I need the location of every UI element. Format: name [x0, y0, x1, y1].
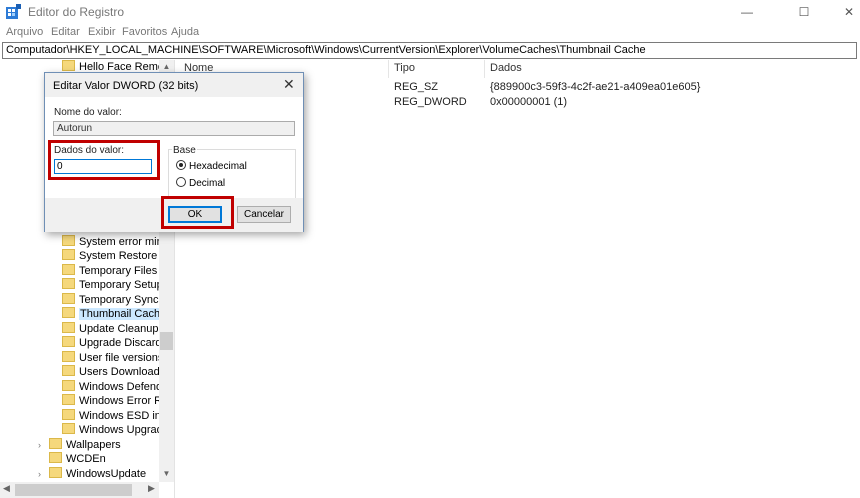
- menu-editar[interactable]: Editar: [51, 26, 80, 38]
- folder-icon: [62, 394, 75, 405]
- menu-arquivo[interactable]: Arquivo: [6, 26, 43, 38]
- folder-icon: [49, 438, 62, 449]
- value-name-label: Nome do valor:: [54, 107, 122, 118]
- tree-item[interactable]: Update Cleanup: [62, 322, 159, 336]
- tree-item-selected[interactable]: Thumbnail Cache: [62, 307, 168, 321]
- tree-item-label: Update Cleanup: [79, 323, 159, 335]
- close-button[interactable]: ✕: [826, 0, 860, 24]
- folder-icon: [62, 336, 75, 347]
- tree-item[interactable]: Upgrade Discarded: [62, 336, 174, 350]
- folder-icon: [62, 380, 75, 391]
- tree-horizontal-scrollbar[interactable]: ◀ ▶: [0, 482, 159, 498]
- folder-icon: [62, 409, 75, 420]
- tree-item-label: User file versions: [79, 352, 164, 364]
- folder-icon: [62, 293, 75, 304]
- scroll-right-arrow-icon[interactable]: ▶: [148, 483, 155, 494]
- scrollbar-thumb[interactable]: [160, 332, 173, 350]
- tree-item-label: WCDEn: [66, 453, 106, 465]
- column-header-tipo[interactable]: Tipo: [394, 62, 415, 74]
- radio-hexadecimal-label: Hexadecimal: [189, 161, 247, 172]
- folder-icon: [62, 423, 75, 434]
- tree-item-label: System error minid: [79, 236, 172, 248]
- column-header-dados[interactable]: Dados: [490, 62, 522, 74]
- scroll-down-arrow-icon[interactable]: ▼: [159, 469, 174, 478]
- radio-hexadecimal[interactable]: Hexadecimal: [176, 160, 247, 172]
- folder-icon: [62, 264, 75, 275]
- folder-icon: [62, 322, 75, 333]
- row-type[interactable]: REG_SZ: [394, 81, 438, 93]
- folder-icon: [62, 278, 75, 289]
- menu-favoritos[interactable]: Favoritos: [122, 26, 167, 38]
- radio-checked-icon: [176, 160, 186, 170]
- tree-item[interactable]: User file versions: [62, 351, 163, 365]
- registry-editor-icon: [6, 4, 21, 19]
- expand-chevron-icon[interactable]: ›: [38, 440, 46, 450]
- folder-icon: [62, 249, 75, 260]
- tree-item[interactable]: Temporary Sync Fil: [62, 293, 173, 307]
- menu-bar: Arquivo Editar Exibir Favoritos Ajuda: [0, 24, 860, 42]
- tree-item[interactable]: WindowsUpdate: [49, 467, 146, 481]
- folder-icon: [62, 60, 75, 71]
- expand-chevron-icon[interactable]: ›: [38, 469, 46, 479]
- tree-item-label: Temporary Files: [79, 265, 158, 277]
- folder-icon: [49, 452, 62, 463]
- tree-item[interactable]: Wallpapers: [49, 438, 121, 452]
- highlight-box-ok: [161, 196, 234, 229]
- column-separator[interactable]: [388, 60, 389, 78]
- minimize-button[interactable]: —: [724, 0, 770, 24]
- folder-icon: [62, 351, 75, 362]
- tree-item[interactable]: Windows Upgrade: [62, 423, 169, 437]
- tree-item-label: Thumbnail Cache: [79, 308, 168, 320]
- folder-icon: [62, 235, 75, 246]
- base-label: Base: [172, 145, 197, 156]
- highlight-box-data: [48, 140, 160, 180]
- tree-item-label: Windows Upgrade: [79, 424, 169, 436]
- maximize-button[interactable]: ☐: [781, 0, 827, 24]
- dialog-close-icon[interactable]: ✕: [283, 76, 295, 93]
- radio-decimal-label: Decimal: [189, 178, 226, 189]
- scroll-left-arrow-icon[interactable]: ◀: [3, 483, 10, 494]
- title-bar: Editor do Registro — ☐ ✕: [0, 0, 860, 24]
- menu-exibir[interactable]: Exibir: [88, 26, 116, 38]
- folder-icon: [49, 467, 62, 478]
- value-name-field: Autorun: [53, 121, 295, 136]
- scroll-up-arrow-icon[interactable]: ▲: [159, 62, 174, 71]
- row-data[interactable]: {889900c3-59f3-4c2f-ae21-a409ea01e605}: [490, 81, 700, 93]
- tree-item-label: Windows Defender: [79, 381, 172, 393]
- radio-decimal[interactable]: Decimal: [176, 177, 225, 189]
- radio-unchecked-icon: [176, 177, 186, 187]
- dialog-title: Editar Valor DWORD (32 bits): [53, 80, 199, 92]
- scrollbar-thumb[interactable]: [15, 484, 132, 496]
- cancel-button[interactable]: Cancelar: [237, 206, 291, 223]
- folder-icon: [62, 365, 75, 376]
- tree-item-label: WindowsUpdate: [66, 468, 147, 480]
- tree-item[interactable]: WCDEn: [49, 452, 106, 466]
- tree-item[interactable]: System error minid: [62, 235, 171, 249]
- tree-item[interactable]: Temporary Setup F: [62, 278, 173, 292]
- tree-item[interactable]: Windows Defender: [62, 380, 172, 394]
- tree-item-label: Wallpapers: [66, 439, 121, 451]
- tree-item[interactable]: Temporary Files: [62, 264, 157, 278]
- tree-item[interactable]: Windows Error Rep: [62, 394, 174, 408]
- row-data[interactable]: 0x00000001 (1): [490, 96, 567, 108]
- folder-icon: [62, 307, 75, 318]
- window-title: Editor do Registro: [28, 5, 125, 19]
- menu-ajuda[interactable]: Ajuda: [171, 26, 199, 38]
- column-separator[interactable]: [484, 60, 485, 78]
- address-bar[interactable]: Computador\HKEY_LOCAL_MACHINE\SOFTWARE\M…: [2, 42, 857, 59]
- row-type[interactable]: REG_DWORD: [394, 96, 467, 108]
